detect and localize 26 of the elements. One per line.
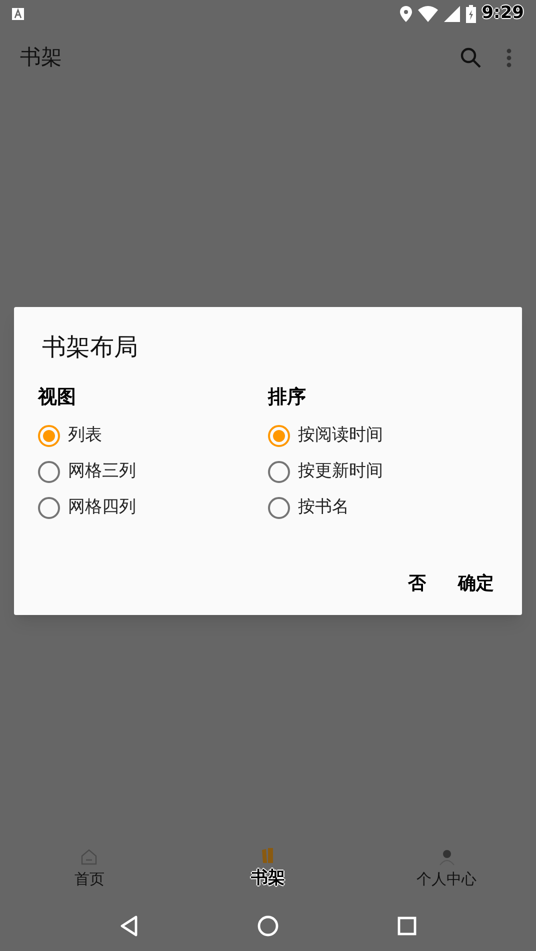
- back-button[interactable]: [119, 915, 139, 937]
- radio-option[interactable]: 网格四列: [38, 490, 136, 526]
- radio-option[interactable]: 列表: [38, 418, 102, 454]
- books-icon: [260, 846, 276, 864]
- recents-button[interactable]: [397, 916, 417, 936]
- dialog-button[interactable]: 否: [408, 570, 426, 597]
- app-notification-icon: [12, 8, 24, 20]
- location-icon: [400, 6, 412, 22]
- status-time: 9:29: [482, 2, 524, 26]
- person-icon: [438, 848, 456, 866]
- radio-option[interactable]: 按阅读时间: [268, 418, 383, 454]
- home-button[interactable]: [257, 915, 279, 937]
- app-bar-title: 书架: [20, 44, 62, 72]
- radio-option[interactable]: 按书名: [268, 490, 349, 526]
- group-heading: 视图: [38, 385, 76, 410]
- more-vertical-icon: [506, 48, 512, 68]
- dialog-title: 书架布局: [42, 332, 138, 363]
- group-heading: 排序: [268, 385, 306, 410]
- dialog-button[interactable]: 确定: [458, 570, 494, 597]
- signal-icon: [444, 6, 460, 22]
- radio-option[interactable]: 按更新时间: [268, 454, 383, 490]
- search-icon: [460, 47, 482, 69]
- radio-option[interactable]: 网格三列: [38, 454, 136, 490]
- battery-icon: [466, 5, 476, 23]
- wifi-icon: [418, 6, 438, 22]
- house-icon: [80, 848, 98, 866]
